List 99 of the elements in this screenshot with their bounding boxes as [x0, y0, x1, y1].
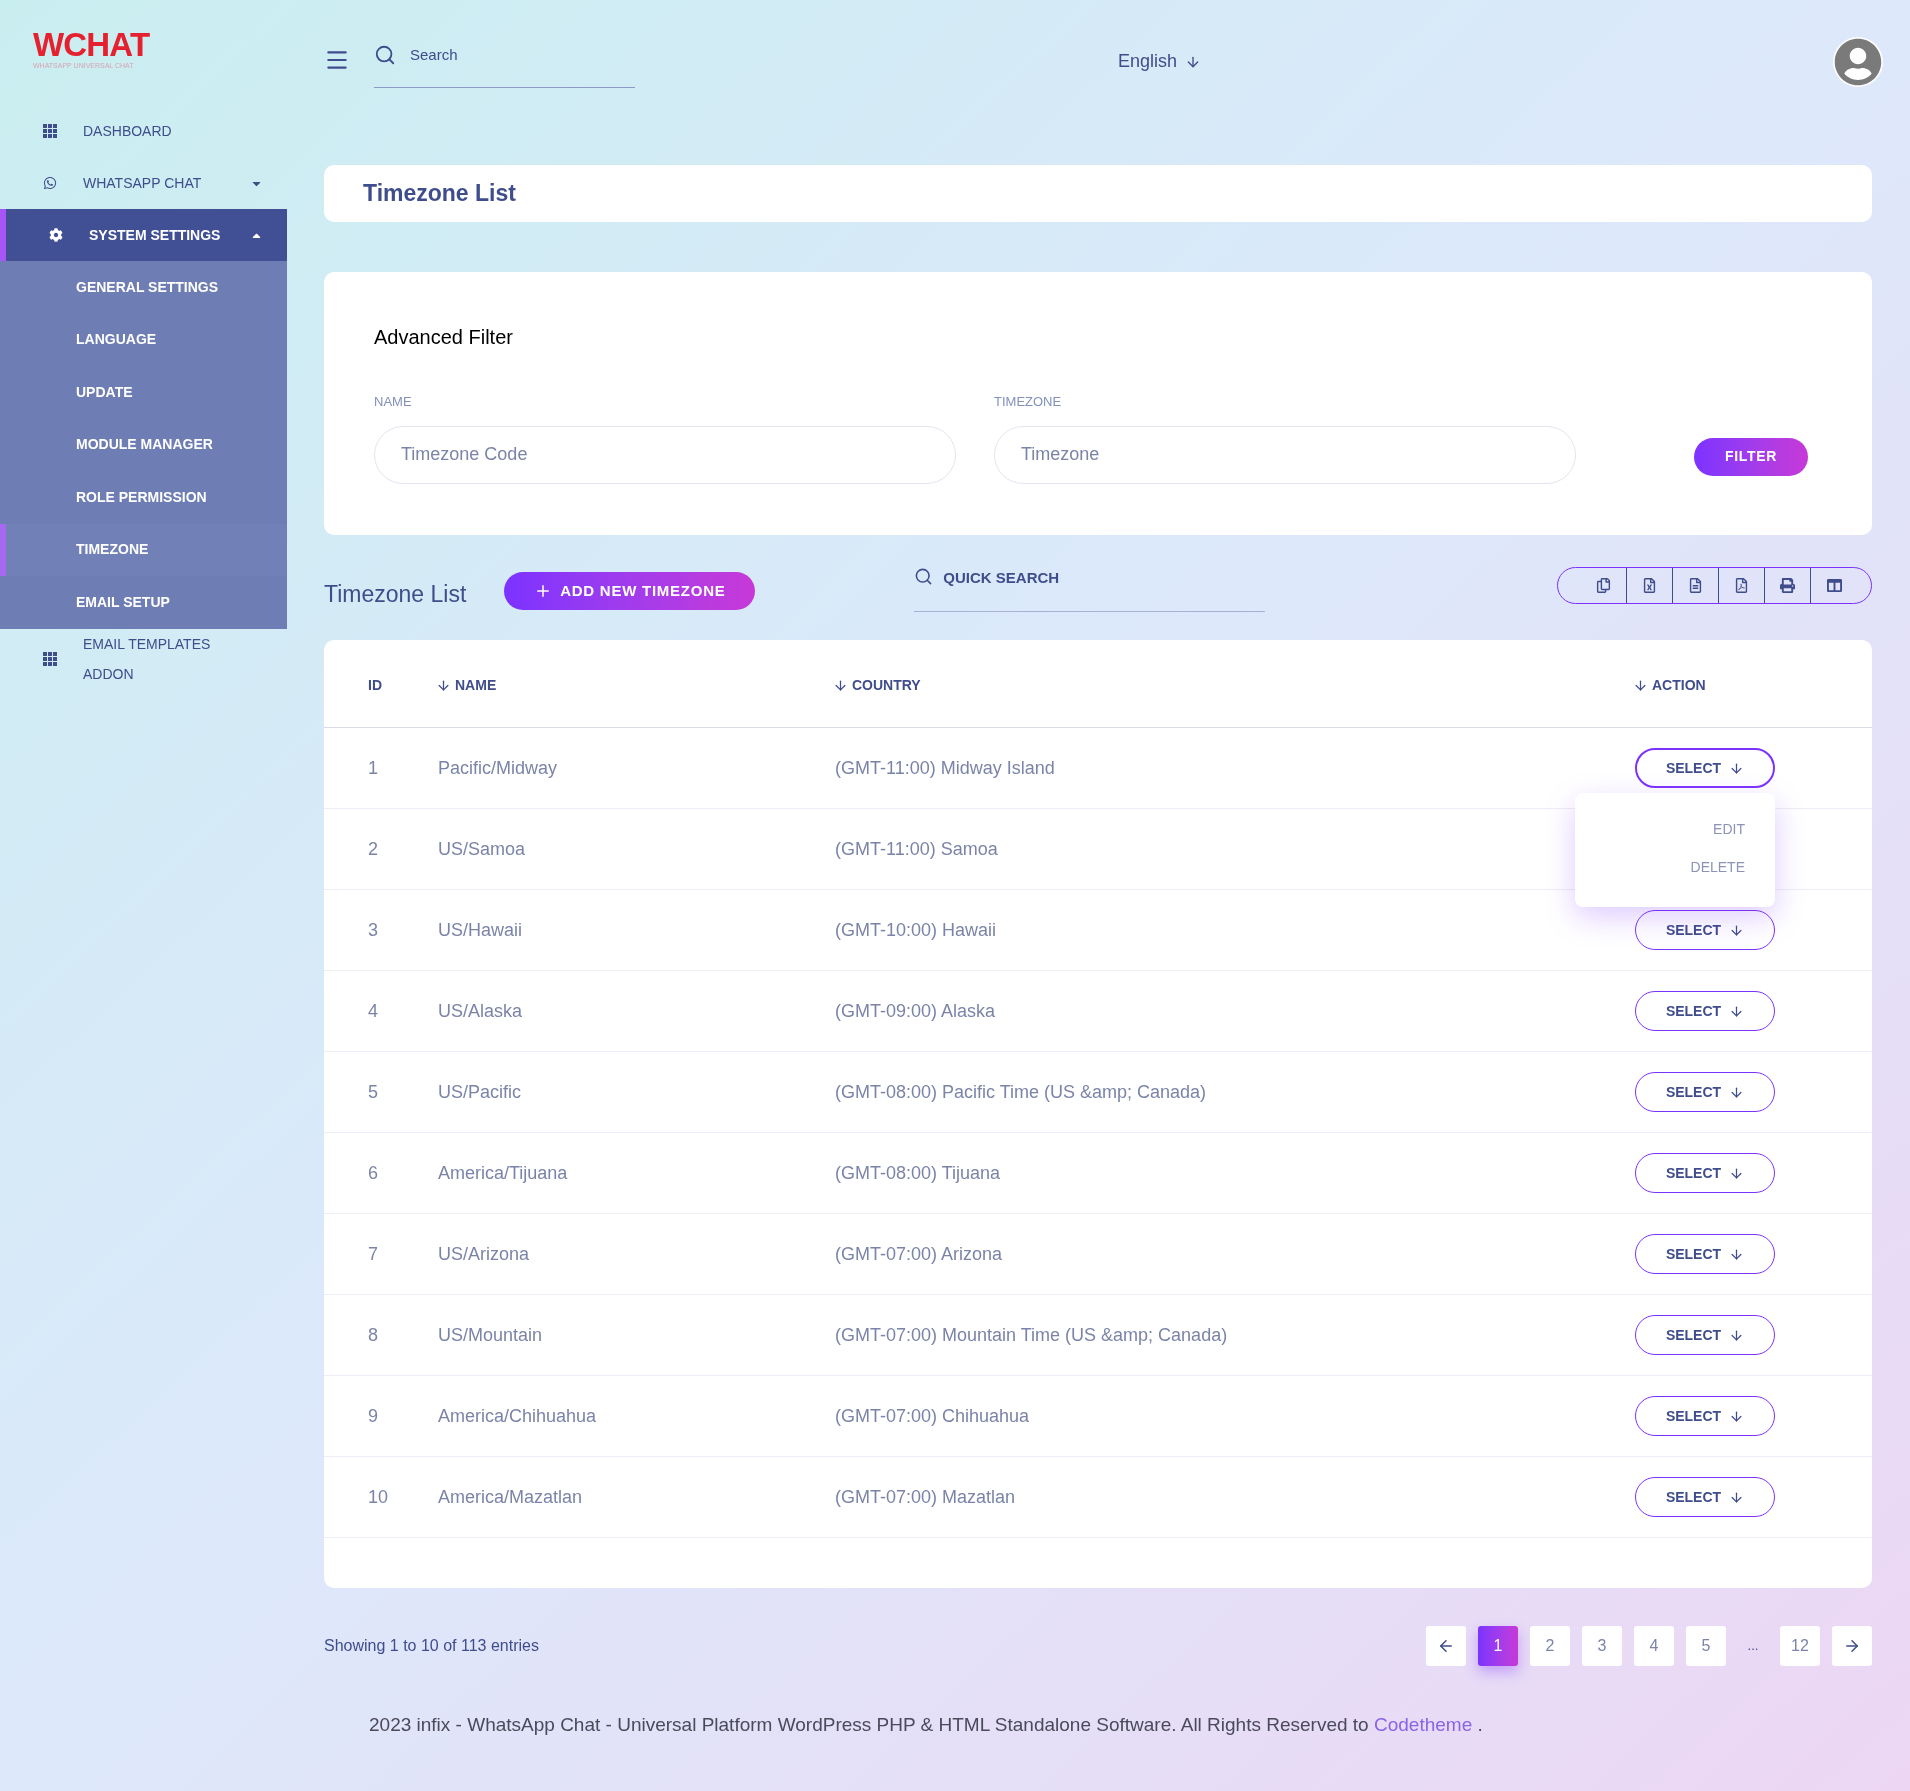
- language-selector[interactable]: English: [1118, 48, 1202, 75]
- submenu-item[interactable]: LANGUAGE: [0, 313, 287, 366]
- next-page-button[interactable]: [1832, 1625, 1872, 1666]
- page-button[interactable]: 3: [1582, 1625, 1622, 1666]
- table-cell-text: (GMT-07:00) Mazatlan: [835, 1485, 1017, 1509]
- pdf-icon: [1734, 578, 1749, 593]
- arrow-down-icon: [1729, 1084, 1745, 1100]
- column-label: COUNTRY: [852, 676, 921, 695]
- list-title: Timezone List: [324, 580, 467, 609]
- print-icon: [1780, 578, 1795, 593]
- grid-icon: [43, 124, 57, 138]
- submenu-item[interactable]: EMAIL SETUP: [0, 576, 287, 629]
- sidebar-item[interactable]: SYSTEM SETTINGS: [0, 209, 287, 261]
- page-button[interactable]: 5: [1686, 1625, 1726, 1666]
- table-cell-text: US/Pacific: [438, 1080, 523, 1104]
- table-cell-text: 6: [368, 1161, 379, 1185]
- whatsapp-icon: [43, 176, 57, 190]
- arrow-down-icon: [1729, 1489, 1745, 1505]
- page-button[interactable]: 4: [1634, 1625, 1674, 1666]
- submenu-item[interactable]: GENERAL SETTINGS: [0, 261, 287, 314]
- arrow-down-icon: [1729, 922, 1745, 938]
- arrow-down-icon: [1729, 1408, 1745, 1424]
- submenu-item[interactable]: ROLE PERMISSION: [0, 471, 287, 524]
- table-cell-text: (GMT-11:00) Midway Island: [835, 756, 1056, 780]
- column-header[interactable]: NAME: [436, 675, 835, 696]
- table-cell-text: (GMT-11:00) Samoa: [835, 837, 999, 861]
- avatar-icon[interactable]: [1834, 38, 1882, 86]
- arrow-down-icon: [1729, 1165, 1745, 1181]
- footer-text: 2023 infix - WhatsApp Chat - Universal Platform WordPress PHP & HTML Standalone Software. All Rights Reserved to Codetheme .: [368, 1713, 1484, 1737]
- logo-title: WCHAT: [33, 28, 151, 62]
- arrow-down-icon: [1729, 1246, 1745, 1262]
- page-button[interactable]: 1: [1478, 1625, 1518, 1666]
- table-cell-text: Pacific/Midway: [438, 756, 559, 780]
- table-cell-text: 8: [368, 1323, 379, 1347]
- column-header[interactable]: ACTION: [1633, 675, 1872, 696]
- page-title: Timezone List: [363, 179, 516, 209]
- page-button[interactable]: 2: [1530, 1625, 1570, 1666]
- column-header[interactable]: ID: [368, 675, 438, 696]
- table-cell-text: America/Mazatlan: [438, 1485, 584, 1509]
- table-cell-text: (GMT-07:00) Chihuahua: [835, 1404, 1031, 1428]
- table-cell-text: 3: [368, 918, 379, 942]
- arrow-down-icon: [1729, 760, 1745, 776]
- column-label: ID: [368, 676, 382, 695]
- search-field[interactable]: Search: [410, 44, 610, 67]
- quick-search-field[interactable]: QUICK SEARCH: [943, 567, 1244, 590]
- submenu-item[interactable]: TIMEZONE: [0, 523, 287, 576]
- search-icon: [374, 44, 396, 66]
- page-ellipsis: ...: [1746, 1636, 1760, 1655]
- arrow-down-icon: [1729, 1327, 1745, 1343]
- table-cell-text: (GMT-10:00) Hawaii: [835, 918, 998, 942]
- table-cell-text: (GMT-09:00) Alaska: [835, 999, 997, 1023]
- table-cell-text: America/Chihuahua: [438, 1404, 598, 1428]
- table-cell-text: (GMT-07:00) Mountain Time (US &amp; Canada): [835, 1323, 1229, 1347]
- table-cell-text: US/Arizona: [438, 1242, 531, 1266]
- column-header[interactable]: COUNTRY: [833, 675, 1635, 696]
- spreadsheet-icon: [1642, 578, 1657, 593]
- sidebar-item[interactable]: WHATSAPP CHAT: [0, 157, 287, 209]
- entries-info: Showing 1 to 10 of 113 entries: [324, 1635, 539, 1656]
- table-cell-text: US/Alaska: [438, 999, 524, 1023]
- filter-button[interactable]: FILTER: [1694, 437, 1808, 476]
- arrow-down-icon: [1729, 1003, 1745, 1019]
- table-cell-text: (GMT-08:00) Tijuana: [835, 1161, 1002, 1185]
- grid-icon: [43, 651, 57, 666]
- filter-input[interactable]: Timezone: [994, 425, 1576, 484]
- columns-icon: [1826, 578, 1842, 593]
- sidebar-item[interactable]: EMAIL TEMPLATES ADDON: [0, 628, 287, 689]
- table-cell-text: 5: [368, 1080, 379, 1104]
- field-label: TIMEZONE: [994, 393, 1063, 411]
- table-cell-text: America/Tijuana: [438, 1161, 569, 1185]
- search-icon: [914, 567, 934, 586]
- table-cell-text: US/Samoa: [438, 837, 527, 861]
- sort-arrow-icon: [1633, 678, 1648, 693]
- sort-arrow-icon: [833, 678, 848, 693]
- gear-icon: [49, 228, 63, 242]
- submenu-item[interactable]: MODULE MANAGER: [0, 418, 287, 471]
- table-cell-text: 1: [368, 756, 379, 780]
- table-cell-text: (GMT-07:00) Arizona: [835, 1242, 1004, 1266]
- table-cell-text: 10: [368, 1485, 390, 1509]
- submenu-item[interactable]: UPDATE: [0, 366, 287, 419]
- field-label: NAME: [374, 393, 413, 411]
- table-cell-text: 4: [368, 999, 379, 1023]
- column-label: ACTION: [1652, 676, 1706, 695]
- column-label: NAME: [455, 676, 497, 695]
- previous-page-button[interactable]: [1426, 1625, 1466, 1666]
- sidebar-item[interactable]: DASHBOARD: [0, 105, 287, 157]
- table-cell-text: (GMT-08:00) Pacific Time (US &amp; Canada): [835, 1080, 1208, 1104]
- sort-arrow-icon: [436, 678, 451, 693]
- add-timezone-button[interactable]: ADD NEW TIMEZONE: [504, 572, 756, 610]
- table-cell-text: US/Mountain: [438, 1323, 544, 1347]
- document-icon: [1688, 578, 1703, 593]
- page-button[interactable]: 12: [1780, 1625, 1820, 1666]
- table-cell-text: 9: [368, 1404, 379, 1428]
- table-cell-text: 2: [368, 837, 379, 861]
- filter-input[interactable]: Timezone Code: [374, 425, 956, 484]
- select-button[interactable]: SELECT: [1635, 748, 1775, 788]
- table-cell-text: US/Hawaii: [438, 918, 524, 942]
- table-cell-text: 7: [368, 1242, 379, 1266]
- copy-icon: [1596, 578, 1611, 593]
- filter-title: Advanced Filter: [374, 325, 514, 350]
